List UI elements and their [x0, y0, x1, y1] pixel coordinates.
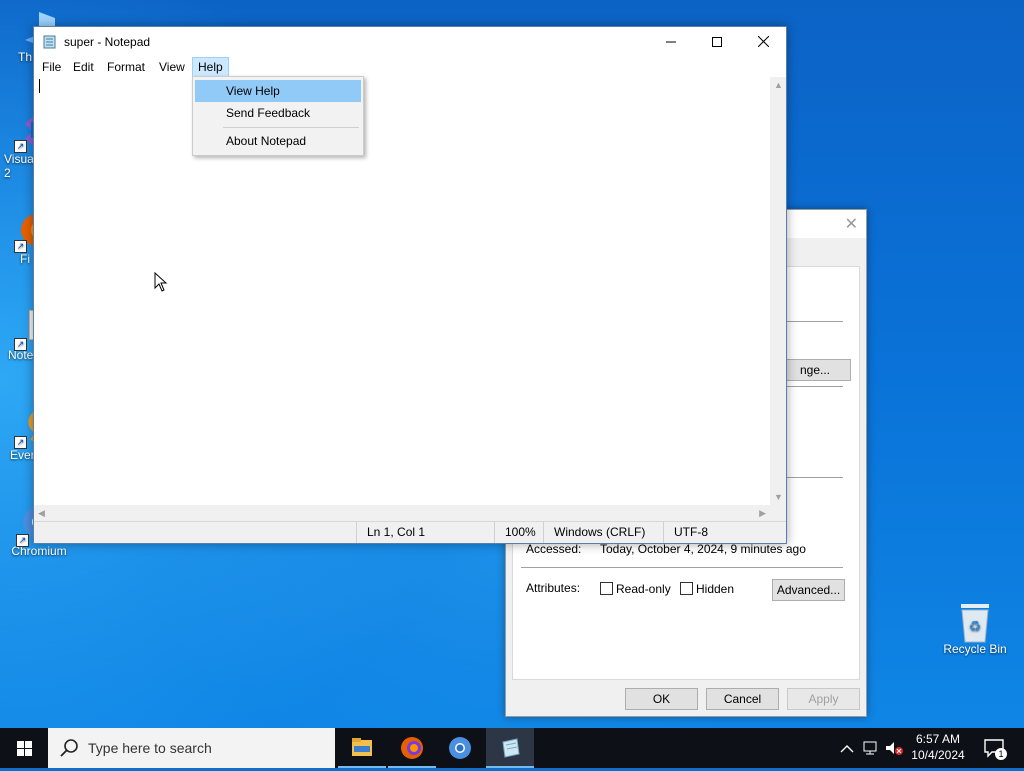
menu-item-send-feedback[interactable]: Send Feedback — [195, 102, 361, 124]
close-icon — [757, 35, 769, 48]
taskbar-notepad[interactable] — [486, 728, 534, 768]
taskbar: Type here to search 6:57 AM 10/4/2024 1 — [0, 728, 1024, 768]
menu-bar: File Edit Format View Help — [34, 57, 786, 77]
accessed-value: Today, October 4, 2024, 9 minutes ago — [600, 542, 806, 556]
notification-count-badge: 1 — [995, 748, 1007, 760]
recycle-bin-icon: ♻ — [957, 602, 993, 643]
network-icon[interactable] — [862, 740, 880, 756]
scroll-left-icon[interactable]: ◀ — [38, 508, 45, 519]
notification-icon — [984, 739, 1004, 758]
divider — [787, 477, 843, 478]
taskbar-file-explorer[interactable] — [338, 728, 386, 768]
change-button[interactable]: nge... — [779, 359, 851, 381]
desktop: Th ↗ Visua 2 ↗ Fi ↗ Note ↗ Ever ↗ Chromi — [0, 0, 1024, 728]
menu-separator — [223, 127, 359, 128]
file-explorer-icon — [352, 738, 372, 756]
clock-time: 6:57 AM — [915, 732, 961, 746]
close-icon[interactable]: ✕ — [845, 214, 858, 234]
readonly-label[interactable]: Read-only — [616, 582, 671, 596]
divider — [787, 386, 843, 387]
scroll-right-icon[interactable]: ▶ — [759, 508, 766, 519]
menu-view[interactable]: View — [154, 58, 190, 76]
chevron-up-icon[interactable] — [840, 743, 854, 753]
status-cursor-position: Ln 1, Col 1 — [356, 522, 495, 543]
horizontal-scrollbar[interactable]: ◀ ▶ — [34, 505, 770, 521]
volume-muted-icon[interactable] — [884, 740, 904, 756]
taskbar-firefox[interactable] — [388, 728, 436, 768]
windows-logo-icon — [17, 741, 32, 756]
text-caret — [39, 79, 40, 93]
shortcut-arrow-icon: ↗ — [16, 534, 29, 547]
search-icon — [60, 739, 78, 757]
text-editor[interactable] — [34, 77, 770, 505]
status-line-ending: Windows (CRLF) — [543, 522, 654, 543]
menu-item-about-notepad[interactable]: About Notepad — [195, 130, 361, 152]
taskbar-chromium[interactable] — [436, 728, 484, 768]
help-dropdown-menu: View Help Send Feedback About Notepad — [192, 76, 364, 156]
shortcut-arrow-icon: ↗ — [14, 240, 27, 253]
notification-center-button[interactable]: 1 — [978, 728, 1010, 768]
firefox-icon — [401, 737, 423, 759]
vertical-scrollbar[interactable]: ▲ ▼ — [770, 77, 786, 505]
minimize-icon — [666, 41, 676, 43]
accessed-label: Accessed: — [526, 542, 582, 556]
status-zoom: 100% — [494, 522, 536, 543]
chromium-icon — [449, 737, 471, 759]
start-button[interactable] — [0, 728, 48, 768]
status-encoding: UTF-8 — [663, 522, 774, 543]
shortcut-arrow-icon: ↗ — [14, 338, 27, 351]
svg-text:♻: ♻ — [969, 619, 982, 635]
minimize-button[interactable] — [648, 27, 694, 57]
maximize-icon — [712, 37, 722, 47]
search-placeholder: Type here to search — [88, 740, 212, 756]
notepad-icon — [502, 738, 520, 758]
notepad-window[interactable]: super - Notepad File Edit Format View He… — [33, 26, 787, 544]
window-title: super - Notepad — [64, 35, 151, 49]
desktop-icon-label: Chromium — [11, 544, 67, 558]
scrollbar-corner — [770, 505, 786, 521]
notepad-app-icon — [43, 35, 56, 49]
advanced-button[interactable]: Advanced... — [772, 579, 845, 601]
taskbar-search-box[interactable]: Type here to search — [48, 728, 335, 768]
hidden-label[interactable]: Hidden — [696, 582, 734, 596]
menu-edit[interactable]: Edit — [68, 58, 99, 76]
ok-button[interactable]: OK — [625, 688, 698, 710]
divider — [787, 321, 843, 322]
clock-date: 10/4/2024 — [911, 748, 965, 762]
attributes-label: Attributes: — [526, 581, 581, 595]
mouse-pointer-icon — [154, 272, 168, 292]
menu-format[interactable]: Format — [102, 58, 150, 76]
shortcut-arrow-icon: ↗ — [14, 436, 27, 449]
cancel-button[interactable]: Cancel — [706, 688, 779, 710]
scroll-up-icon[interactable]: ▲ — [774, 80, 783, 90]
close-button[interactable] — [740, 27, 786, 57]
maximize-button[interactable] — [694, 27, 740, 57]
hidden-checkbox[interactable] — [680, 582, 693, 595]
menu-file[interactable]: File — [37, 58, 66, 76]
menu-item-view-help[interactable]: View Help — [195, 80, 361, 102]
apply-button: Apply — [787, 688, 860, 710]
title-bar[interactable]: super - Notepad — [34, 27, 786, 57]
scroll-down-icon[interactable]: ▼ — [774, 492, 783, 502]
status-bar: Ln 1, Col 1 100% Windows (CRLF) UTF-8 — [34, 521, 786, 543]
readonly-checkbox[interactable] — [600, 582, 613, 595]
taskbar-clock[interactable]: 6:57 AM 10/4/2024 — [908, 731, 968, 763]
menu-help[interactable]: Help — [192, 57, 229, 77]
desktop-icon-recycle-bin[interactable]: ♻ Recycle Bin — [938, 602, 1012, 656]
desktop-icon-label: Recycle Bin — [943, 642, 1007, 656]
divider — [521, 567, 843, 568]
shortcut-arrow-icon: ↗ — [14, 140, 27, 153]
